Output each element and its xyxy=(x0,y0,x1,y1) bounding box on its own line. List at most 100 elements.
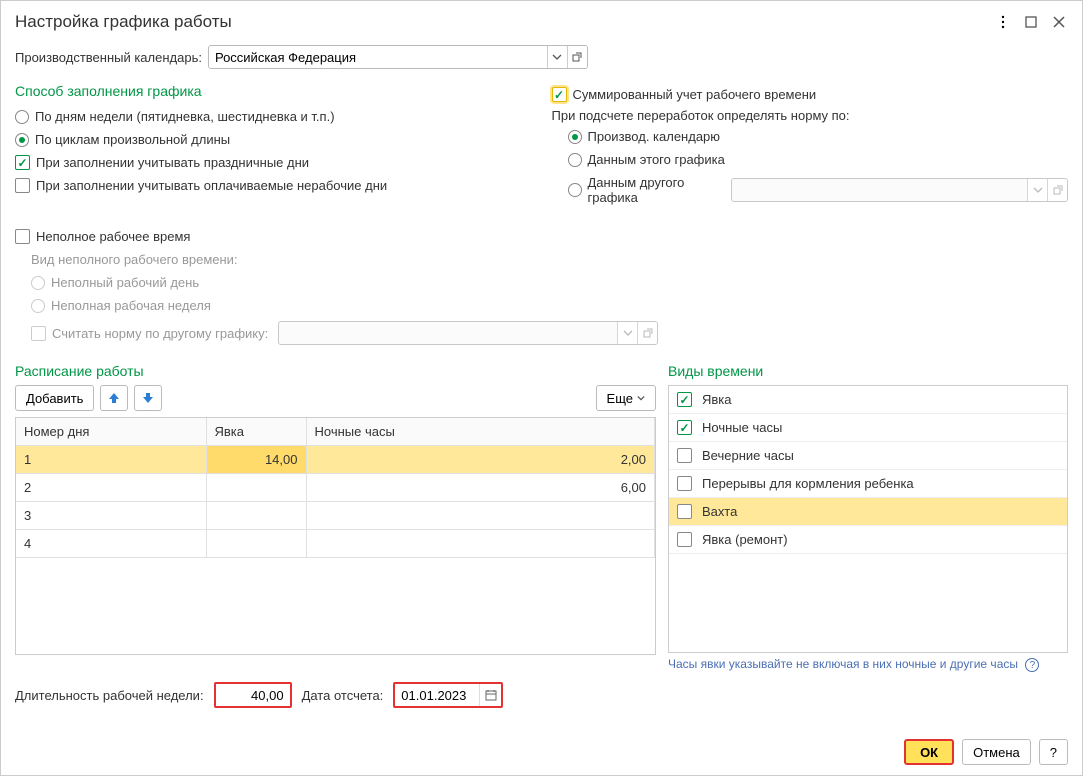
radio-by-this-schedule[interactable]: Данным этого графика xyxy=(568,148,1069,171)
cell-night[interactable]: 6,00 xyxy=(306,474,655,502)
list-item[interactable]: Ночные часы xyxy=(669,414,1067,442)
check-icon[interactable] xyxy=(677,448,692,463)
calendar-label: Производственный календарь: xyxy=(15,50,202,65)
table-row[interactable]: 1 14,00 2,00 xyxy=(16,446,655,474)
partial-kind-label: Вид неполного рабочего времени: xyxy=(31,248,1068,271)
col-attend[interactable]: Явка xyxy=(206,418,306,446)
check-partial-time[interactable]: Неполное рабочее время xyxy=(15,225,1068,248)
radio-icon xyxy=(15,133,29,147)
radio-partial-day: Неполный рабочий день xyxy=(31,271,1068,294)
cell-daynum[interactable]: 4 xyxy=(16,530,206,558)
cell-attend[interactable] xyxy=(206,474,306,502)
list-item-label: Ночные часы xyxy=(702,420,782,435)
cell-attend[interactable] xyxy=(206,530,306,558)
list-item-label: Явка (ремонт) xyxy=(702,532,788,547)
radio-icon xyxy=(568,183,582,197)
col-night[interactable]: Ночные часы xyxy=(306,418,655,446)
move-up-button[interactable] xyxy=(100,385,128,411)
table-row[interactable]: 3 xyxy=(16,502,655,530)
radio-partial-week-label: Неполная рабочая неделя xyxy=(51,298,211,313)
radio-icon xyxy=(568,153,582,167)
radio-partial-week: Неполная рабочая неделя xyxy=(31,294,1068,317)
radio-by-prod-calendar-label: Производ. календарю xyxy=(588,129,721,144)
check-icon xyxy=(15,229,30,244)
fill-method-heading: Способ заполнения графика xyxy=(15,83,532,99)
norm-other-input xyxy=(279,322,617,344)
list-item[interactable]: Явка xyxy=(669,386,1067,414)
dropdown-icon xyxy=(617,322,637,344)
close-icon[interactable] xyxy=(1048,11,1070,33)
help-icon[interactable]: ? xyxy=(1025,658,1039,672)
add-button[interactable]: Добавить xyxy=(15,385,94,411)
cell-night[interactable] xyxy=(306,530,655,558)
check-holidays-label: При заполнении учитывать праздничные дни xyxy=(36,155,309,170)
check-paid-nonwork-label: При заполнении учитывать оплачиваемые не… xyxy=(36,178,387,193)
more-button[interactable]: Еще xyxy=(596,385,656,411)
check-icon[interactable] xyxy=(677,392,692,407)
list-item-label: Вечерние часы xyxy=(702,448,794,463)
start-date-input[interactable] xyxy=(395,688,479,703)
radio-by-cycles[interactable]: По циклам произвольной длины xyxy=(15,128,532,151)
move-down-button[interactable] xyxy=(134,385,162,411)
cell-daynum[interactable]: 1 xyxy=(16,446,206,474)
radio-by-days[interactable]: По дням недели (пятидневка, шестидневка … xyxy=(15,105,532,128)
calendar-icon[interactable] xyxy=(479,684,501,706)
check-icon[interactable] xyxy=(677,420,692,435)
radio-by-other-schedule-label: Данным другого графика xyxy=(588,175,722,205)
open-external-icon xyxy=(1047,179,1067,201)
cell-daynum[interactable]: 2 xyxy=(16,474,206,502)
timetypes-list[interactable]: Явка Ночные часы Вечерние часы Перерывы … xyxy=(668,385,1068,653)
check-paid-nonwork[interactable]: При заполнении учитывать оплачиваемые не… xyxy=(15,174,532,197)
more-button-label: Еще xyxy=(607,391,633,406)
schedule-grid[interactable]: Номер дня Явка Ночные часы 1 14,00 2,00 … xyxy=(15,417,656,655)
maximize-icon[interactable] xyxy=(1020,11,1042,33)
check-icon[interactable] xyxy=(677,504,692,519)
check-summed[interactable]: Суммированный учет рабочего времени xyxy=(552,83,1069,106)
kebab-icon[interactable] xyxy=(992,11,1014,33)
radio-icon xyxy=(568,130,582,144)
check-icon[interactable] xyxy=(677,476,692,491)
calendar-input[interactable] xyxy=(209,46,547,68)
radio-by-days-label: По дням недели (пятидневка, шестидневка … xyxy=(35,109,335,124)
week-length-input[interactable] xyxy=(216,688,290,703)
cell-daynum[interactable]: 3 xyxy=(16,502,206,530)
norm-other-combo xyxy=(278,321,658,345)
cell-attend[interactable] xyxy=(206,502,306,530)
open-external-icon[interactable] xyxy=(567,46,587,68)
cancel-button[interactable]: Отмена xyxy=(962,739,1031,765)
help-button[interactable]: ? xyxy=(1039,739,1068,765)
radio-icon xyxy=(15,110,29,124)
list-item[interactable]: Перерывы для кормления ребенка xyxy=(669,470,1067,498)
start-date-field[interactable] xyxy=(393,682,503,708)
table-row[interactable]: 2 6,00 xyxy=(16,474,655,502)
cell-night[interactable]: 2,00 xyxy=(306,446,655,474)
radio-icon xyxy=(31,276,45,290)
calendar-combo[interactable] xyxy=(208,45,588,69)
other-schedule-input xyxy=(732,179,1027,201)
list-item[interactable]: Вечерние часы xyxy=(669,442,1067,470)
week-length-field[interactable] xyxy=(214,682,292,708)
radio-icon xyxy=(31,299,45,313)
check-summed-label: Суммированный учет рабочего времени xyxy=(573,87,817,102)
dropdown-icon xyxy=(1027,179,1047,201)
timetypes-heading: Виды времени xyxy=(668,363,1068,379)
check-icon xyxy=(15,178,30,193)
check-norm-other: Считать норму по другому графику: xyxy=(31,317,1068,349)
hint-text: Часы явки указывайте не включая в них но… xyxy=(668,657,1018,671)
ok-button[interactable]: ОК xyxy=(904,739,954,765)
table-row[interactable]: 4 xyxy=(16,530,655,558)
radio-by-prod-calendar[interactable]: Производ. календарю xyxy=(568,125,1069,148)
dropdown-icon[interactable] xyxy=(547,46,567,68)
check-icon[interactable] xyxy=(677,532,692,547)
cell-attend[interactable]: 14,00 xyxy=(206,446,306,474)
list-item[interactable]: Явка (ремонт) xyxy=(669,526,1067,554)
list-item-label: Явка xyxy=(702,392,732,407)
week-length-label: Длительность рабочей недели: xyxy=(15,688,204,703)
check-holidays[interactable]: При заполнении учитывать праздничные дни xyxy=(15,151,532,174)
radio-by-other-schedule[interactable]: Данным другого графика xyxy=(568,171,1069,209)
radio-by-this-schedule-label: Данным этого графика xyxy=(588,152,725,167)
list-item[interactable]: Вахта xyxy=(669,498,1067,526)
timetypes-hint: Часы явки указывайте не включая в них но… xyxy=(668,657,1068,672)
cell-night[interactable] xyxy=(306,502,655,530)
col-daynum[interactable]: Номер дня xyxy=(16,418,206,446)
